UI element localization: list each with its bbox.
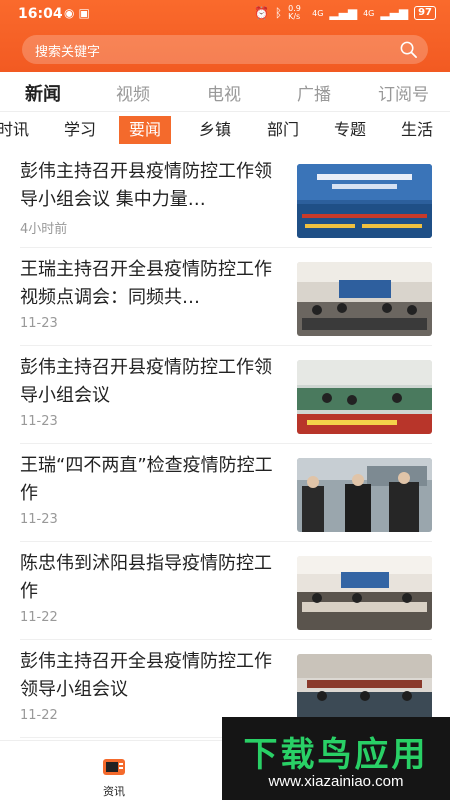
tab-tv[interactable]: 电视 bbox=[207, 80, 241, 105]
search-input[interactable]: 搜索关键字 bbox=[35, 41, 100, 60]
subtab-topics[interactable]: 专题 bbox=[334, 116, 366, 144]
news-title[interactable]: 王瑞“四不两直”检查疫情防控工作 bbox=[20, 452, 282, 508]
status-left-icons: ◉ ▣ bbox=[64, 6, 90, 20]
signal-icon-2: ▂▄▆ bbox=[380, 6, 409, 20]
search-bar[interactable]: 搜索关键字 bbox=[22, 35, 428, 64]
subtab-headlines[interactable]: 要闻 bbox=[119, 116, 172, 144]
watermark-title: 下载鸟应用 bbox=[243, 735, 429, 775]
list-item[interactable]: 王瑞主持召开全县疫情防控工作视频点调会：同频共… 11-23 bbox=[0, 248, 450, 346]
signal-label-2: 4G bbox=[363, 8, 375, 18]
news-time: 11-23 bbox=[20, 414, 58, 429]
news-title[interactable]: 陈忠伟到沭阳县指导疫情防控工作 bbox=[20, 550, 282, 606]
nav-label: 资讯 bbox=[103, 785, 125, 798]
news-title[interactable]: 王瑞主持召开全县疫情防控工作视频点调会：同频共… bbox=[20, 256, 282, 312]
news-title[interactable]: 彭伟主持召开县疫情防控工作领导小组会议 集中力量… bbox=[20, 158, 282, 214]
status-time: 16:04 bbox=[18, 6, 63, 22]
news-title[interactable]: 彭伟主持召开全县疫情防控工作领导小组会议 bbox=[20, 648, 282, 704]
battery-indicator: 97 bbox=[414, 6, 436, 20]
subtab-shixun[interactable]: 时讯 bbox=[0, 116, 29, 144]
subtab-life[interactable]: 生活 bbox=[401, 116, 433, 144]
watermark-logo: 下载鸟应用 www.xiazainiao.com bbox=[222, 717, 450, 800]
subtab-towns[interactable]: 乡镇 bbox=[199, 116, 231, 144]
app-header: 16:04 ◉ ▣ ⏰ ᛒ 0.9 K/s 4G ▂▄▆ 4G ▂▄▆ 97 搜… bbox=[0, 0, 450, 72]
network-speed: 0.9 K/s bbox=[288, 4, 301, 21]
signal-label-1: 4G bbox=[312, 8, 324, 18]
watermark-url: www.xiazainiao.com bbox=[268, 773, 404, 790]
notification-icon: ◉ bbox=[64, 6, 75, 20]
subtab-study[interactable]: 学习 bbox=[64, 116, 96, 144]
tab-subscription[interactable]: 订阅号 bbox=[378, 80, 429, 105]
tab-video[interactable]: 视频 bbox=[116, 80, 150, 105]
main-tabs: 新闻 视频 电视 广播 订阅号 bbox=[0, 72, 450, 112]
news-time: 11-23 bbox=[20, 512, 58, 527]
status-bar: 16:04 ◉ ▣ ⏰ ᛒ 0.9 K/s 4G ▂▄▆ 4G ▂▄▆ 97 bbox=[0, 0, 450, 28]
bluetooth-icon: ᛒ bbox=[274, 6, 283, 20]
list-item[interactable]: 王瑞“四不两直”检查疫情防控工作 11-23 bbox=[0, 444, 450, 542]
status-right-icons: ⏰ ᛒ 0.9 K/s 4G ▂▄▆ 4G ▂▄▆ 97 bbox=[254, 5, 436, 21]
nav-news-tab[interactable]: 资讯 bbox=[94, 757, 134, 799]
tab-news[interactable]: 新闻 bbox=[25, 80, 61, 106]
news-time: 11-22 bbox=[20, 610, 58, 625]
list-item[interactable]: 彭伟主持召开县疫情防控工作领导小组会议 11-23 bbox=[0, 346, 450, 444]
news-time: 4小时前 bbox=[20, 222, 68, 237]
news-thumbnail[interactable] bbox=[297, 164, 432, 238]
news-thumbnail[interactable] bbox=[297, 458, 432, 532]
news-time: 11-23 bbox=[20, 316, 58, 331]
alarm-icon: ⏰ bbox=[253, 6, 269, 20]
list-item[interactable]: 彭伟主持召开县疫情防控工作领导小组会议 集中力量… 4小时前 bbox=[0, 150, 450, 248]
nfc-icon: ▣ bbox=[78, 6, 90, 20]
news-title[interactable]: 彭伟主持召开县疫情防控工作领导小组会议 bbox=[20, 354, 282, 410]
search-icon[interactable] bbox=[399, 40, 418, 59]
news-thumbnail[interactable] bbox=[297, 262, 432, 336]
subtab-departments[interactable]: 部门 bbox=[267, 116, 299, 144]
list-item[interactable]: 陈忠伟到沭阳县指导疫情防控工作 11-22 bbox=[0, 542, 450, 640]
news-icon[interactable] bbox=[101, 757, 127, 777]
news-thumbnail[interactable] bbox=[297, 556, 432, 630]
tab-radio[interactable]: 广播 bbox=[297, 80, 331, 105]
signal-icon: ▂▄▆ bbox=[329, 6, 358, 20]
news-thumbnail[interactable] bbox=[297, 360, 432, 434]
news-time: 11-22 bbox=[20, 708, 58, 723]
sub-tabs: 时讯 学习 要闻 乡镇 部门 专题 生活 bbox=[0, 114, 450, 146]
